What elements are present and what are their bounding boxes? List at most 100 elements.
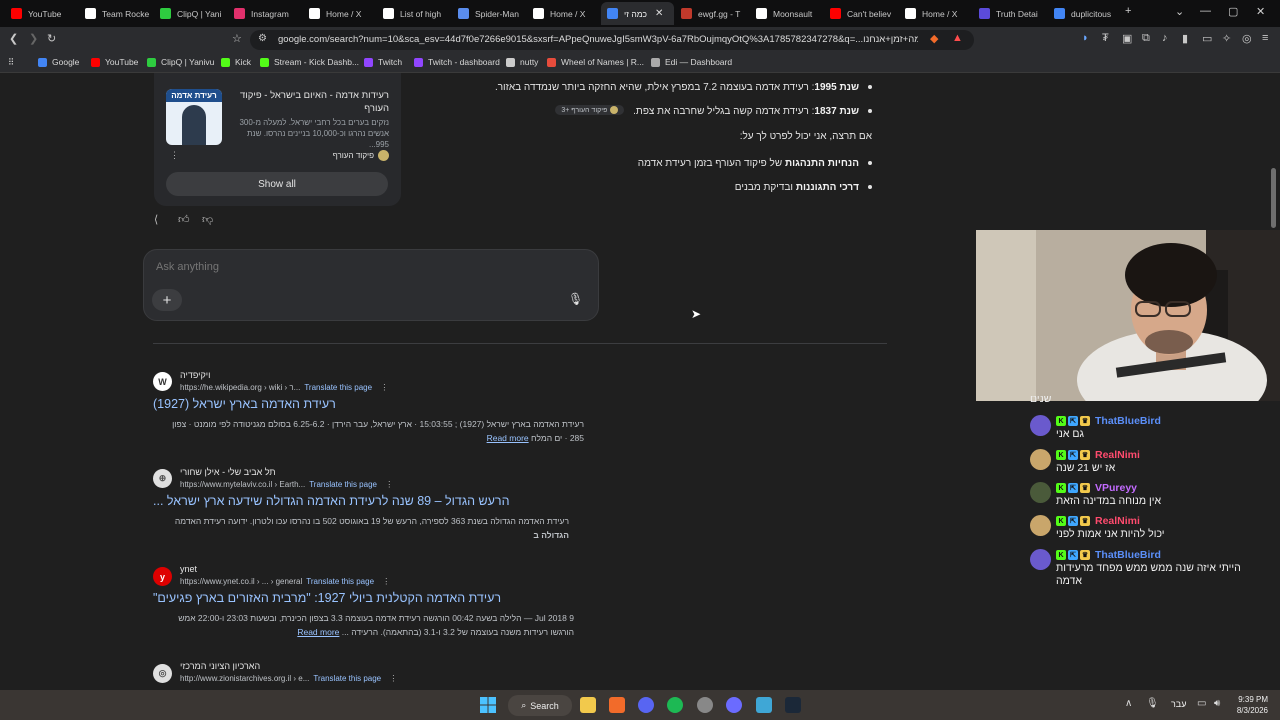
app-icon-1[interactable] [726, 697, 742, 713]
rewards-icon[interactable]: ▲ [952, 32, 963, 44]
tab-9[interactable]: כמה זי ✕ [601, 2, 674, 25]
obs-icon[interactable] [697, 697, 713, 713]
result-3-more-icon[interactable]: ⋮ [382, 577, 390, 586]
chat-username[interactable]: VPureyy [1095, 482, 1137, 494]
ask-anything-box[interactable]: + 🎙︎ [143, 249, 599, 321]
result-2-site-name[interactable]: תל אביב שלי - אילן שחורי [180, 467, 276, 477]
tab-8[interactable]: Home / X [527, 2, 600, 25]
tab-13[interactable]: Home / X [899, 2, 972, 25]
discord-icon[interactable] [638, 697, 654, 713]
menu-icon[interactable]: ≡ [1262, 32, 1268, 44]
result-1-site-name[interactable]: ויקיפדיה [180, 370, 210, 380]
bookmark-4[interactable]: Kick [221, 57, 251, 67]
result-3-title[interactable]: רעידת האדמה הקטלנית ביולי 1927: "מרבית ה… [153, 591, 501, 605]
tab-4[interactable]: Instagram [228, 2, 301, 25]
result-3-translate-link[interactable]: Translate this page [306, 577, 374, 586]
bookmark-5[interactable]: Stream - Kick Dashb... [260, 57, 359, 67]
chat-username[interactable]: ThatBlueBird [1095, 549, 1161, 561]
tab-6[interactable]: List of high [377, 2, 450, 25]
bookmark-6[interactable]: Twitch [364, 57, 402, 67]
close-tab-icon[interactable]: ✕ [655, 8, 663, 19]
tab-11[interactable]: Moonsault [750, 2, 823, 25]
file-explorer-icon[interactable] [580, 697, 596, 713]
bookmark-star-icon[interactable]: ☆ [232, 32, 242, 45]
steam-icon[interactable] [785, 697, 801, 713]
maximize-icon[interactable]: ▢ [1228, 5, 1238, 18]
volume-icon[interactable]: 🔊︎ [1214, 698, 1220, 709]
source-chip[interactable]: פיקוד העורף +3 [555, 105, 625, 115]
app-icon-2[interactable] [756, 697, 772, 713]
chat-avatar[interactable] [1030, 415, 1051, 436]
result-4-translate-link[interactable]: Translate this page [313, 674, 381, 683]
chat-username[interactable]: RealNimi [1095, 515, 1140, 527]
result-4-url[interactable]: http://www.zionistarchives.org.il › e...… [180, 674, 397, 683]
thumbs-up-icon[interactable]: 👍︎ [178, 213, 190, 226]
result-1-translate-link[interactable]: Translate this page [304, 383, 372, 392]
more-options-icon[interactable]: ⋮ [170, 150, 179, 161]
bookmark-2[interactable]: YouTube [91, 57, 138, 67]
media-icon[interactable]: ♪ [1162, 32, 1168, 44]
vpn-icon[interactable]: ◎ [1242, 32, 1252, 45]
result-2-translate-link[interactable]: Translate this page [309, 480, 377, 489]
result-1-more-icon[interactable]: ⋮ [380, 383, 388, 392]
leo-ai-icon[interactable]: ✧ [1222, 32, 1231, 45]
chat-avatar[interactable] [1030, 515, 1051, 536]
spotify-icon[interactable] [667, 697, 683, 713]
result-1-title[interactable]: רעידת האדמה בארץ ישראל (1927) [153, 397, 336, 411]
new-tab-icon[interactable]: + [1125, 5, 1131, 17]
chat-username[interactable]: RealNimi [1095, 449, 1140, 461]
result-3-url[interactable]: https://www.ynet.co.il › ... › general Tr… [180, 577, 390, 586]
chat-avatar[interactable] [1030, 449, 1051, 470]
taskbar-search[interactable]: ⌕ Search [508, 695, 572, 716]
clock[interactable]: 9:39 PM 8/3/2026 [1232, 694, 1268, 716]
sidebar-icon[interactable]: ▮ [1182, 32, 1188, 45]
page-scrollbar-thumb[interactable] [1271, 168, 1276, 228]
extensions-icon[interactable]: ⧉ [1142, 32, 1150, 45]
tab-12[interactable]: Can't believ [824, 2, 897, 25]
brave-shield-icon[interactable]: ◆ [930, 32, 938, 45]
bookmark-10[interactable]: Edi — Dashboard [651, 57, 732, 67]
bookmark-1[interactable]: Google [38, 57, 79, 67]
chat-avatar[interactable] [1030, 482, 1051, 503]
result-2-url[interactable]: https://www.mytelaviv.co.il › Earth... Tr… [180, 480, 393, 489]
result-4-more-icon[interactable]: ⋮ [389, 674, 397, 683]
close-window-icon[interactable]: ✕ [1256, 5, 1265, 18]
ask-anything-input[interactable] [156, 261, 556, 273]
tray-overflow-icon[interactable]: ∧ [1125, 698, 1132, 709]
tab-1[interactable]: YouTube [5, 2, 78, 25]
extension-icon-1[interactable]: ₮ [1102, 32, 1109, 44]
brave-browser-icon[interactable] [609, 697, 625, 713]
tab-2[interactable]: Team Rocke [79, 2, 152, 25]
source-card-title[interactable]: רעידות אדמה - האיום בישראל - פיקוד העורף [231, 89, 389, 115]
tab-7[interactable]: Spider-Man [452, 2, 525, 25]
tab-5[interactable]: Home / X [303, 2, 376, 25]
translate-icon[interactable]: ◗ [1082, 32, 1089, 44]
chat-username[interactable]: ThatBlueBird [1095, 415, 1161, 427]
back-icon[interactable]: ❮ [9, 32, 18, 45]
tab-search-icon[interactable]: ⌄ [1175, 5, 1184, 18]
start-icon[interactable] [480, 697, 496, 713]
tab-10[interactable]: ewgf.gg - T [675, 2, 748, 25]
tab-14[interactable]: Truth Detai [973, 2, 1046, 25]
keyboard-language[interactable]: עבר [1171, 699, 1186, 709]
share-icon[interactable]: ⟨ [154, 213, 158, 226]
network-icon[interactable]: ▭ [1197, 698, 1206, 709]
show-all-button[interactable]: Show all [166, 172, 388, 196]
bookmark-3[interactable]: ClipQ | Yanivu [147, 57, 214, 67]
result-4-site-name[interactable]: הארכיון הציוני המרכזי [180, 661, 260, 671]
result-3-read-more[interactable]: Read more [297, 627, 339, 637]
add-attachment-button[interactable]: + [152, 289, 182, 311]
result-1-url[interactable]: https://he.wikipedia.org › wiki › ר... Tr… [180, 383, 388, 392]
bookmark-7[interactable]: Twitch - dashboard [414, 57, 500, 67]
result-3-site-name[interactable]: ynet [180, 564, 197, 574]
apps-icon[interactable]: ⠿ [8, 57, 14, 68]
wallet-icon[interactable]: ▭ [1202, 32, 1212, 45]
thumbs-down-icon[interactable]: 👎︎ [202, 213, 213, 226]
result-2-more-icon[interactable]: ⋮ [385, 480, 393, 489]
bookmark-9[interactable]: Wheel of Names | R... [547, 57, 644, 67]
result-1-read-more[interactable]: Read more [487, 433, 529, 443]
minimize-icon[interactable]: — [1200, 5, 1211, 17]
forward-icon[interactable]: ❯ [29, 32, 38, 45]
source-thumbnail[interactable]: רעידת אדמה [166, 89, 222, 145]
reload-icon[interactable]: ↻ [47, 32, 56, 45]
